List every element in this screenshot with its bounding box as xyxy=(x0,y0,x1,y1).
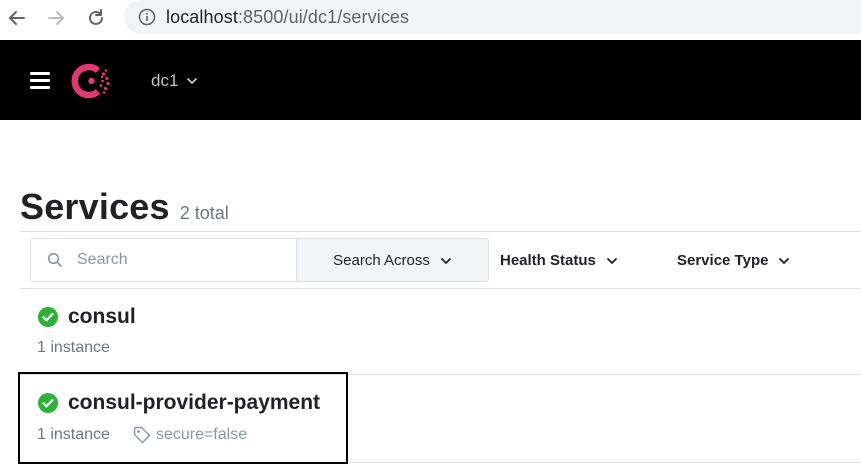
service-meta: 1 instance xyxy=(37,339,110,357)
hamburger-menu-icon[interactable] xyxy=(30,72,50,89)
reload-icon[interactable] xyxy=(84,6,108,30)
tag-label: secure=false xyxy=(155,426,248,443)
passing-check-icon xyxy=(38,393,58,413)
page-heading: Services xyxy=(20,186,170,227)
instance-count: 1 instance xyxy=(37,426,110,443)
chevron-down-icon xyxy=(778,252,790,269)
services-list: consul 1 instance consul-provider-paymen… xyxy=(18,289,861,464)
back-arrow-icon[interactable] xyxy=(5,6,29,30)
search-across-label: Search Across xyxy=(333,251,430,269)
service-type-filter[interactable]: Service Type xyxy=(677,238,790,282)
service-type-label: Service Type xyxy=(677,251,769,269)
search-across-dropdown[interactable]: Search Across xyxy=(297,239,488,281)
service-header: consul xyxy=(38,305,136,329)
consul-logo[interactable] xyxy=(70,59,114,103)
search-input[interactable] xyxy=(77,251,277,269)
chevron-down-icon xyxy=(186,70,198,90)
info-icon[interactable] xyxy=(138,8,156,26)
service-meta: 1 instance secure=false xyxy=(37,425,247,445)
datacenter-label: dc1 xyxy=(151,71,179,90)
service-tag: secure=false xyxy=(132,425,247,445)
service-header: consul-provider-payment xyxy=(38,391,320,415)
forward-arrow-icon[interactable] xyxy=(44,6,68,30)
services-count: 2 total xyxy=(179,203,229,223)
tag-icon xyxy=(132,425,152,445)
search-box: Search Across xyxy=(30,238,489,282)
search-filter-bar: Search Across Health Status Service Type xyxy=(20,231,861,289)
highlight-box xyxy=(18,372,348,464)
chevron-down-icon xyxy=(440,252,452,269)
browser-toolbar: localhost:8500/ui/dc1/services xyxy=(0,0,861,40)
url-text: localhost:8500/ui/dc1/services xyxy=(166,6,410,27)
address-bar[interactable]: localhost:8500/ui/dc1/services xyxy=(124,0,861,34)
service-name-link[interactable]: consul xyxy=(68,305,136,329)
search-input-wrapper xyxy=(31,239,297,281)
health-status-filter[interactable]: Health Status xyxy=(500,238,618,282)
list-item[interactable]: consul 1 instance xyxy=(20,289,861,375)
search-icon xyxy=(47,252,63,268)
app-header: dc1 xyxy=(0,40,861,120)
chevron-down-icon xyxy=(606,252,618,269)
health-status-label: Health Status xyxy=(500,251,596,269)
service-name-link[interactable]: consul-provider-payment xyxy=(68,391,320,415)
instance-count: 1 instance xyxy=(37,339,110,356)
passing-check-icon xyxy=(38,307,58,327)
list-item[interactable]: consul-provider-payment 1 instance secur… xyxy=(18,372,861,464)
datacenter-selector[interactable]: dc1 xyxy=(151,71,198,91)
page-title: Services 2 total xyxy=(20,186,229,228)
